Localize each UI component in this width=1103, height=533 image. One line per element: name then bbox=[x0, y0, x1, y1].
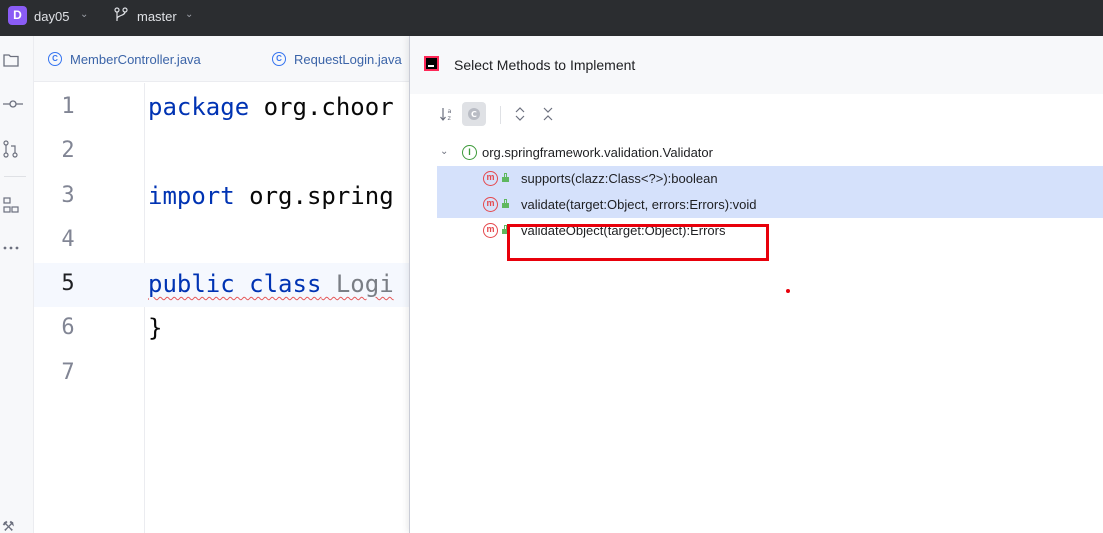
annotation-highlight-box bbox=[507, 224, 769, 261]
more-tools-icon[interactable] bbox=[0, 234, 34, 264]
chevron-down-icon[interactable]: ⌄ bbox=[440, 146, 448, 157]
build-icon[interactable]: ⚒ bbox=[2, 518, 15, 533]
tree-node-method[interactable]: m validate(target:Object, errors:Errors)… bbox=[437, 192, 1103, 218]
code-line[interactable]: 4 bbox=[34, 219, 410, 263]
tree-node-method[interactable]: m supports(clazz:Class<?>):boolean bbox=[437, 166, 1103, 192]
public-lock-icon bbox=[502, 199, 509, 208]
code-line[interactable]: 2 bbox=[34, 130, 410, 174]
editor-tabs: C MemberController.java C RequestLogin.j… bbox=[34, 36, 414, 82]
class-icon: C bbox=[48, 52, 62, 66]
svg-text:z: z bbox=[448, 114, 452, 122]
public-lock-icon bbox=[502, 173, 509, 182]
code-line[interactable]: 1 package org.choor bbox=[34, 86, 410, 130]
project-badge[interactable]: D bbox=[8, 6, 27, 25]
tool-window-strip bbox=[0, 36, 34, 533]
interface-icon: I bbox=[462, 145, 477, 160]
select-methods-dialog: Select Methods to Implement az C ⌄ I org… bbox=[409, 36, 1103, 533]
dialog-toolbar: az C bbox=[410, 94, 1103, 134]
toolbar-separator bbox=[500, 106, 501, 124]
tree-node-interface[interactable]: ⌄ I org.springframework.validation.Valid… bbox=[410, 140, 1103, 166]
method-icon: m bbox=[483, 197, 498, 212]
branch-name[interactable]: master bbox=[137, 9, 177, 24]
method-icon: m bbox=[483, 223, 498, 238]
class-icon: C bbox=[272, 52, 286, 66]
annotation-dot bbox=[786, 289, 790, 293]
expand-all-icon[interactable] bbox=[508, 102, 532, 126]
dialog-title: Select Methods to Implement bbox=[454, 57, 636, 73]
tab-requestlogin[interactable]: C RequestLogin.java bbox=[272, 36, 402, 82]
title-bar: D day05 ⌄ master ⌄ bbox=[0, 0, 1103, 36]
svg-text:C: C bbox=[471, 110, 477, 119]
dialog-title-bar[interactable]: Select Methods to Implement bbox=[410, 36, 1103, 94]
code-line[interactable]: 3 import org.spring bbox=[34, 175, 410, 219]
method-icon: m bbox=[483, 171, 498, 186]
commit-icon[interactable] bbox=[0, 90, 34, 120]
tab-membercontroller[interactable]: C MemberController.java bbox=[48, 36, 201, 82]
chevron-down-icon[interactable]: ⌄ bbox=[185, 9, 193, 20]
project-name[interactable]: day05 bbox=[34, 9, 69, 24]
sort-alpha-icon[interactable]: az bbox=[435, 102, 459, 126]
structure-icon[interactable] bbox=[0, 190, 34, 220]
intellij-logo-icon bbox=[424, 56, 439, 71]
pull-requests-icon[interactable] bbox=[0, 134, 34, 164]
project-folder-icon[interactable] bbox=[0, 46, 34, 76]
code-line[interactable]: 7 bbox=[34, 352, 410, 396]
code-editor[interactable]: 1 package org.choor 2 3 import org.sprin… bbox=[34, 83, 410, 533]
collapse-all-icon[interactable] bbox=[536, 102, 560, 126]
code-line[interactable]: 6 } bbox=[34, 307, 410, 351]
code-line-current[interactable]: 5 public class Logi bbox=[34, 263, 410, 307]
show-classes-icon[interactable]: C bbox=[462, 102, 486, 126]
chevron-down-icon[interactable]: ⌄ bbox=[80, 9, 88, 20]
git-branch-icon bbox=[114, 7, 128, 21]
